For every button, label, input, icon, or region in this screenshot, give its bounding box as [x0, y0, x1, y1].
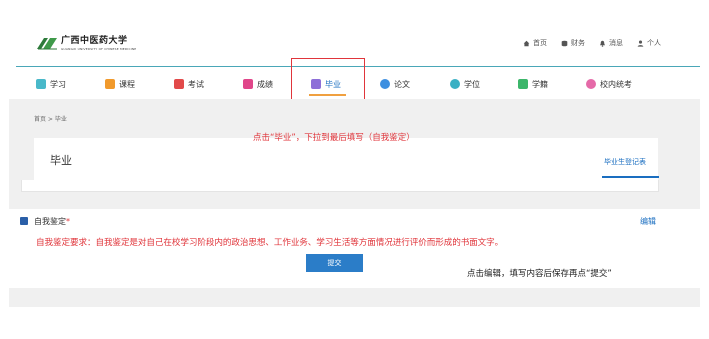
- thesis-icon: [380, 79, 390, 89]
- logo-subtitle: GUANGXI UNIVERSITY OF CHINESE MEDICINE: [61, 47, 137, 51]
- nav-item-label: 考试: [188, 79, 204, 89]
- self-assessment-title: 自我鉴定*: [34, 216, 70, 227]
- nav-item-study[interactable]: 学习: [36, 77, 66, 91]
- submit-button[interactable]: 提交: [306, 254, 363, 272]
- top-link-label: 财务: [571, 39, 585, 47]
- nav-item-thesis[interactable]: 论文: [380, 77, 410, 91]
- edit-icon: [20, 217, 28, 225]
- degree-icon: [450, 79, 460, 89]
- top-link-label: 消息: [609, 39, 623, 47]
- page-card: [34, 138, 658, 180]
- study-icon: [36, 79, 46, 89]
- top-link-messages[interactable]: 消息: [599, 38, 623, 48]
- nav-item-course[interactable]: 课程: [105, 77, 135, 91]
- requirement-annotation: 自我鉴定要求：自我鉴定是对自己在校学习阶段内的政治思想、工作业务、学习生活等方面…: [36, 238, 504, 248]
- edit-link[interactable]: 编辑: [640, 216, 656, 227]
- breadcrumb-current: 毕业: [54, 116, 67, 123]
- top-links: 首页 财务 消息 个人: [523, 38, 661, 48]
- bell-icon: [600, 40, 605, 47]
- nav-item-degree[interactable]: 学位: [450, 77, 480, 91]
- tab-graduate-register[interactable]: 毕业生登记表: [604, 157, 646, 167]
- page-title: 毕业: [50, 154, 72, 167]
- course-icon: [105, 79, 115, 89]
- nav-item-label: 学籍: [532, 79, 548, 89]
- nav-item-registry[interactable]: 学籍: [518, 77, 548, 91]
- required-mark: *: [66, 217, 70, 226]
- instruction-annotation: 点击“毕业”，下拉到最后填写（自我鉴定）: [253, 133, 415, 143]
- top-link-finance[interactable]: 财务: [561, 38, 585, 48]
- database-icon: [561, 40, 568, 46]
- tab-active-indicator: [602, 176, 659, 178]
- exam-icon: [174, 79, 184, 89]
- logo-title: 广西中医药大学: [61, 36, 128, 46]
- user-icon: [637, 40, 644, 47]
- note-annotation: 点击编辑，填写内容后保存再点“提交”: [467, 269, 612, 279]
- top-link-profile[interactable]: 个人: [637, 38, 661, 48]
- top-link-home[interactable]: 首页: [523, 38, 547, 48]
- nav-item-label: 成绩: [257, 79, 273, 89]
- nav-item-label: 学位: [464, 79, 480, 89]
- top-link-label: 个人: [647, 39, 661, 47]
- nav-item-exam[interactable]: 考试: [174, 77, 204, 91]
- unified-exam-icon: [586, 79, 596, 89]
- nav-item-label: 学习: [50, 79, 66, 89]
- nav-item-unified-exam[interactable]: 校内统考: [586, 77, 632, 91]
- score-icon: [243, 79, 253, 89]
- university-logo[interactable]: 广西中医药大学 GUANGXI UNIVERSITY OF CHINESE ME…: [36, 36, 136, 56]
- breadcrumb-separator: >: [46, 116, 55, 123]
- tab-content-strip: [21, 180, 659, 192]
- header: 广西中医药大学 GUANGXI UNIVERSITY OF CHINESE ME…: [0, 0, 709, 66]
- logo-mark-icon: [37, 38, 57, 50]
- top-link-label: 首页: [533, 39, 547, 47]
- home-icon: [523, 40, 530, 46]
- nav-item-label: 课程: [119, 79, 135, 89]
- nav-item-label: 论文: [394, 79, 410, 89]
- self-assessment-label: 自我鉴定: [34, 217, 66, 226]
- breadcrumb: 首页 > 毕业: [34, 114, 67, 123]
- nav-item-score[interactable]: 成绩: [243, 77, 273, 91]
- registry-icon: [518, 79, 528, 89]
- nav-item-label: 校内统考: [600, 79, 632, 89]
- breadcrumb-home[interactable]: 首页: [34, 116, 46, 123]
